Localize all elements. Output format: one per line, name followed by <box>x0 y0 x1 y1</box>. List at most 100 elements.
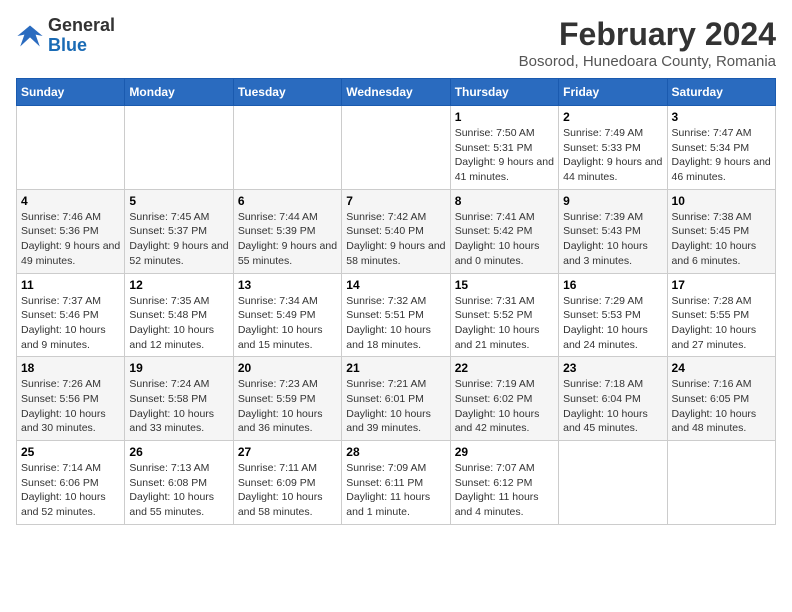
calendar-cell: 19 Sunrise: 7:24 AM Sunset: 5:58 PM Dayli… <box>125 357 233 441</box>
day-number: 6 <box>238 194 337 208</box>
calendar-cell: 29 Sunrise: 7:07 AM Sunset: 6:12 PM Dayli… <box>450 441 558 525</box>
calendar-cell: 28 Sunrise: 7:09 AM Sunset: 6:11 PM Dayli… <box>342 441 450 525</box>
day-info: Sunrise: 7:34 AM Sunset: 5:49 PM Dayligh… <box>238 294 337 353</box>
calendar-cell <box>342 106 450 190</box>
day-number: 23 <box>563 361 662 375</box>
week-row-5: 25Sunrise: 7:14 AM Sunset: 6:06 PM Dayli… <box>17 441 776 525</box>
day-number: 10 <box>672 194 771 208</box>
day-number: 17 <box>672 278 771 292</box>
day-number: 7 <box>346 194 445 208</box>
header-day-sunday: Sunday <box>17 79 125 106</box>
logo-general: General <box>48 15 115 35</box>
week-row-2: 4Sunrise: 7:46 AM Sunset: 5:36 PM Daylig… <box>17 189 776 273</box>
calendar-table: SundayMondayTuesdayWednesdayThursdayFrid… <box>16 78 776 525</box>
day-number: 1 <box>455 110 554 124</box>
day-info: Sunrise: 7:09 AM Sunset: 6:11 PM Dayligh… <box>346 461 445 520</box>
calendar-cell: 14Sunrise: 7:32 AM Sunset: 5:51 PM Dayli… <box>342 273 450 357</box>
page-subtitle: Bosorod, Hunedoara County, Romania <box>519 53 776 70</box>
calendar-cell: 3 Sunrise: 7:47 AM Sunset: 5:34 PM Daylig… <box>667 106 775 190</box>
calendar-cell <box>667 441 775 525</box>
day-number: 8 <box>455 194 554 208</box>
day-number: 18 <box>21 361 120 375</box>
page-title: February 2024 <box>519 16 776 53</box>
calendar-cell: 7Sunrise: 7:42 AM Sunset: 5:40 PM Daylig… <box>342 189 450 273</box>
calendar-cell: 8 Sunrise: 7:41 AM Sunset: 5:42 PM Daylig… <box>450 189 558 273</box>
calendar-cell: 26 Sunrise: 7:13 AM Sunset: 6:08 PM Dayli… <box>125 441 233 525</box>
day-number: 25 <box>21 445 120 459</box>
logo-bird-icon <box>16 22 44 50</box>
header-day-monday: Monday <box>125 79 233 106</box>
page-header: General Blue February 2024 Bosorod, Hune… <box>16 16 776 70</box>
calendar-body: 1 Sunrise: 7:50 AM Sunset: 5:31 PM Daylig… <box>17 106 776 525</box>
day-info: Sunrise: 7:47 AM Sunset: 5:34 PM Dayligh… <box>672 126 771 185</box>
day-info: Sunrise: 7:07 AM Sunset: 6:12 PM Dayligh… <box>455 461 554 520</box>
day-info: Sunrise: 7:13 AM Sunset: 6:08 PM Dayligh… <box>129 461 228 520</box>
calendar-cell: 10 Sunrise: 7:38 AM Sunset: 5:45 PM Dayli… <box>667 189 775 273</box>
day-info: Sunrise: 7:28 AM Sunset: 5:55 PM Dayligh… <box>672 294 771 353</box>
day-number: 2 <box>563 110 662 124</box>
day-number: 13 <box>238 278 337 292</box>
day-info: Sunrise: 7:26 AM Sunset: 5:56 PM Dayligh… <box>21 377 120 436</box>
calendar-cell: 17 Sunrise: 7:28 AM Sunset: 5:55 PM Dayli… <box>667 273 775 357</box>
day-number: 15 <box>455 278 554 292</box>
calendar-cell: 24 Sunrise: 7:16 AM Sunset: 6:05 PM Dayli… <box>667 357 775 441</box>
day-number: 4 <box>21 194 120 208</box>
day-info: Sunrise: 7:24 AM Sunset: 5:58 PM Dayligh… <box>129 377 228 436</box>
day-number: 9 <box>563 194 662 208</box>
calendar-cell: 23Sunrise: 7:18 AM Sunset: 6:04 PM Dayli… <box>559 357 667 441</box>
day-info: Sunrise: 7:23 AM Sunset: 5:59 PM Dayligh… <box>238 377 337 436</box>
title-block: February 2024 Bosorod, Hunedoara County,… <box>519 16 776 70</box>
day-number: 11 <box>21 278 120 292</box>
day-info: Sunrise: 7:38 AM Sunset: 5:45 PM Dayligh… <box>672 210 771 269</box>
day-info: Sunrise: 7:41 AM Sunset: 5:42 PM Dayligh… <box>455 210 554 269</box>
calendar-cell: 6Sunrise: 7:44 AM Sunset: 5:39 PM Daylig… <box>233 189 341 273</box>
calendar-cell: 13 Sunrise: 7:34 AM Sunset: 5:49 PM Dayli… <box>233 273 341 357</box>
header-row: SundayMondayTuesdayWednesdayThursdayFrid… <box>17 79 776 106</box>
week-row-4: 18 Sunrise: 7:26 AM Sunset: 5:56 PM Dayli… <box>17 357 776 441</box>
calendar-cell: 15 Sunrise: 7:31 AM Sunset: 5:52 PM Dayli… <box>450 273 558 357</box>
calendar-cell: 27 Sunrise: 7:11 AM Sunset: 6:09 PM Dayli… <box>233 441 341 525</box>
calendar-cell: 4Sunrise: 7:46 AM Sunset: 5:36 PM Daylig… <box>17 189 125 273</box>
day-number: 12 <box>129 278 228 292</box>
day-info: Sunrise: 7:49 AM Sunset: 5:33 PM Dayligh… <box>563 126 662 185</box>
header-day-thursday: Thursday <box>450 79 558 106</box>
day-number: 26 <box>129 445 228 459</box>
calendar-cell: 16Sunrise: 7:29 AM Sunset: 5:53 PM Dayli… <box>559 273 667 357</box>
day-info: Sunrise: 7:35 AM Sunset: 5:48 PM Dayligh… <box>129 294 228 353</box>
day-number: 24 <box>672 361 771 375</box>
calendar-cell: 25Sunrise: 7:14 AM Sunset: 6:06 PM Dayli… <box>17 441 125 525</box>
day-info: Sunrise: 7:31 AM Sunset: 5:52 PM Dayligh… <box>455 294 554 353</box>
day-number: 5 <box>129 194 228 208</box>
day-number: 14 <box>346 278 445 292</box>
day-info: Sunrise: 7:37 AM Sunset: 5:46 PM Dayligh… <box>21 294 120 353</box>
calendar-cell: 9Sunrise: 7:39 AM Sunset: 5:43 PM Daylig… <box>559 189 667 273</box>
week-row-3: 11 Sunrise: 7:37 AM Sunset: 5:46 PM Dayli… <box>17 273 776 357</box>
day-number: 3 <box>672 110 771 124</box>
day-info: Sunrise: 7:16 AM Sunset: 6:05 PM Dayligh… <box>672 377 771 436</box>
header-day-saturday: Saturday <box>667 79 775 106</box>
calendar-cell: 2 Sunrise: 7:49 AM Sunset: 5:33 PM Daylig… <box>559 106 667 190</box>
day-number: 16 <box>563 278 662 292</box>
day-number: 27 <box>238 445 337 459</box>
calendar-cell: 1 Sunrise: 7:50 AM Sunset: 5:31 PM Daylig… <box>450 106 558 190</box>
calendar-cell: 5 Sunrise: 7:45 AM Sunset: 5:37 PM Daylig… <box>125 189 233 273</box>
day-number: 29 <box>455 445 554 459</box>
day-info: Sunrise: 7:45 AM Sunset: 5:37 PM Dayligh… <box>129 210 228 269</box>
calendar-cell: 21Sunrise: 7:21 AM Sunset: 6:01 PM Dayli… <box>342 357 450 441</box>
calendar-cell: 11 Sunrise: 7:37 AM Sunset: 5:46 PM Dayli… <box>17 273 125 357</box>
calendar-cell: 18 Sunrise: 7:26 AM Sunset: 5:56 PM Dayli… <box>17 357 125 441</box>
week-row-1: 1 Sunrise: 7:50 AM Sunset: 5:31 PM Daylig… <box>17 106 776 190</box>
day-info: Sunrise: 7:50 AM Sunset: 5:31 PM Dayligh… <box>455 126 554 185</box>
day-number: 22 <box>455 361 554 375</box>
day-number: 21 <box>346 361 445 375</box>
day-info: Sunrise: 7:19 AM Sunset: 6:02 PM Dayligh… <box>455 377 554 436</box>
day-info: Sunrise: 7:11 AM Sunset: 6:09 PM Dayligh… <box>238 461 337 520</box>
calendar-cell <box>559 441 667 525</box>
day-number: 19 <box>129 361 228 375</box>
calendar-cell: 20 Sunrise: 7:23 AM Sunset: 5:59 PM Dayli… <box>233 357 341 441</box>
calendar-header: SundayMondayTuesdayWednesdayThursdayFrid… <box>17 79 776 106</box>
day-number: 28 <box>346 445 445 459</box>
day-number: 20 <box>238 361 337 375</box>
header-day-friday: Friday <box>559 79 667 106</box>
calendar-cell <box>233 106 341 190</box>
